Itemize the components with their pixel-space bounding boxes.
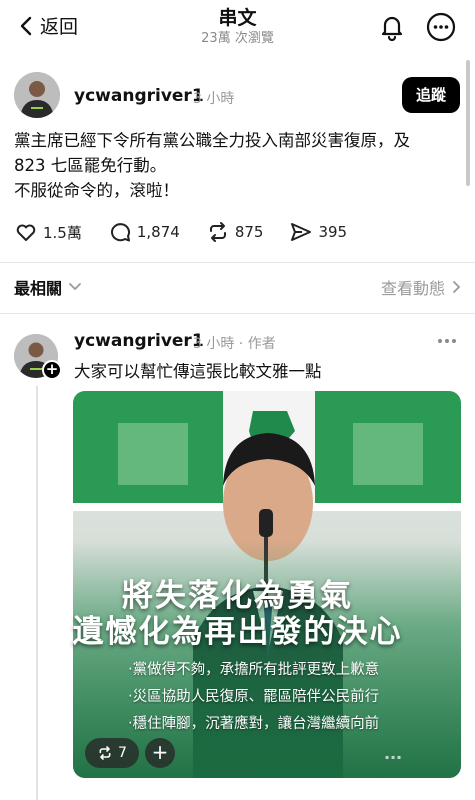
follow-plus-icon[interactable]: +: [42, 360, 62, 380]
comment-icon: [110, 223, 130, 242]
repost-icon: [99, 746, 111, 760]
share-icon: [291, 223, 312, 241]
chevron-right-icon: [453, 281, 461, 293]
chevron-down-icon: [69, 283, 81, 291]
like-count: 1.5萬: [43, 223, 82, 242]
repost-icon: [209, 222, 226, 242]
post-text-line: 823 七區罷免行動。: [14, 156, 167, 175]
image-bullets: ‧黨做得不夠，承擔所有批評更致上歉意 ‧災區協助人民復原、罷區陪伴公民前行 ‧穩…: [128, 657, 379, 738]
repost-count: 875: [234, 223, 264, 241]
post-username[interactable]: ycwangriver1: [74, 86, 204, 106]
image-bullet: ‧穩住陣腳，沉著應對，讓台灣繼續向前: [128, 716, 380, 732]
post-actions: 1.5萬 1,874 875 395: [14, 219, 373, 245]
plus-icon[interactable]: +: [145, 738, 175, 768]
like-button[interactable]: 1.5萬: [14, 220, 82, 244]
reply-time-author: 3 小時 · 作者: [193, 336, 276, 352]
more-icon[interactable]: [426, 12, 456, 42]
heart-icon: [16, 224, 36, 241]
sort-label: 最相關: [14, 279, 63, 298]
divider: [0, 313, 475, 314]
divider: [0, 262, 475, 263]
post-time: 3 小時: [193, 91, 235, 107]
image-headline: 遺憾化為再出發的決心: [72, 614, 403, 650]
scrollbar[interactable]: [466, 60, 470, 186]
reply-username[interactable]: ycwangriver1: [74, 331, 204, 351]
repost-button[interactable]: 875: [206, 220, 264, 244]
svg-text:▪ ▪ ▪: ▪ ▪ ▪: [385, 754, 401, 761]
image-repost-count: 7: [118, 745, 127, 761]
image-bullet: ‧黨做得不夠，承擔所有批評更致上歉意: [128, 662, 380, 678]
reply-text: 大家可以幫忙傳這張比較文雅一點: [74, 362, 322, 381]
image-bullet: ‧災區協助人民復原、罷區陪伴公民前行: [128, 689, 380, 705]
view-activity-link[interactable]: 查看動態: [381, 275, 461, 299]
sort-bar: 最相關 查看動態: [14, 275, 461, 299]
view-activity-label: 查看動態: [380, 279, 445, 298]
share-button[interactable]: 395: [289, 220, 347, 244]
share-count: 395: [318, 223, 348, 241]
image-repost-button[interactable]: 7: [85, 738, 139, 768]
comment-button[interactable]: 1,874: [108, 220, 180, 244]
post-text: 黨主席已經下令所有黨公職全力投入南部災害復原，及 823 七區罷免行動。 不服從…: [14, 128, 459, 203]
post-text-line: 黨主席已經下令所有黨公職全力投入南部災害復原，及: [14, 131, 410, 150]
bell-icon[interactable]: [378, 13, 406, 41]
sort-dropdown[interactable]: 最相關: [14, 275, 82, 299]
more-icon[interactable]: [436, 336, 458, 346]
header: 返回 串文 23萬 次瀏覽: [0, 0, 475, 58]
comment-count: 1,874: [136, 223, 180, 241]
follow-button[interactable]: 追蹤: [402, 77, 460, 113]
avatar[interactable]: [14, 72, 60, 118]
post-text-line: 不服從命令的，滾啦！: [14, 181, 179, 200]
